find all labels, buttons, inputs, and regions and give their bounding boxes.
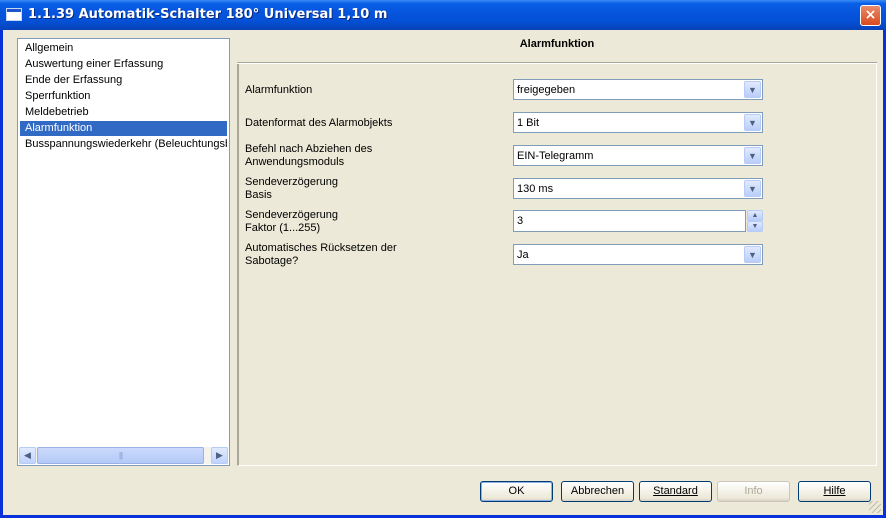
close-button[interactable]: × [860,5,881,26]
resize-grip-icon[interactable] [869,501,881,513]
scrollbar-thumb[interactable]: ||| [37,447,204,464]
panel-title: Alarmfunktion [519,38,595,50]
standard-button-label: Standard [653,485,698,497]
param-label-befehl: Befehl nach Abziehen des Anwendungsmodul… [245,143,505,169]
scroll-left-icon[interactable]: ◀ [19,447,36,464]
spin-down-icon[interactable]: ▼ [747,221,763,232]
window-title: 1.1.39 Automatik-Schalter 180° Universal… [28,7,388,22]
ok-button[interactable]: OK [480,481,553,502]
select-value: Ja [517,249,529,261]
chevron-down-icon[interactable]: ▼ [744,147,761,164]
param-label-sendeverzoegerung-basis: Sendeverzögerung Basis [245,176,505,202]
cancel-button[interactable]: Abbrechen [561,481,634,502]
param-label-line: Datenformat des Alarmobjekts [245,117,393,129]
faktor-spinbox[interactable]: 3 ▲ ▼ [513,210,763,232]
help-button[interactable]: Hilfe [798,481,871,502]
title-bar: 1.1.39 Automatik-Schalter 180° Universal… [0,0,886,30]
select-value: 1 Bit [517,117,540,129]
param-label-line: Faktor (1...255) [245,222,321,234]
info-button: Info [717,481,790,502]
faktor-input[interactable]: 3 [513,210,746,232]
tree-item-allgemein[interactable]: Allgemein [20,41,227,56]
select-value: freigegeben [517,84,576,96]
help-button-label: Hilfe [823,485,846,497]
tree-item-auswertung[interactable]: Auswertung einer Erfassung [20,57,227,72]
param-label-line: Sendeverzögerung [245,209,338,221]
param-label-datenformat: Datenformat des Alarmobjekts [245,117,505,130]
tree-item-meldebetrieb[interactable]: Meldebetrieb [20,105,227,120]
tree-item-ende-erfassung[interactable]: Ende der Erfassung [20,73,227,88]
ruecksetzen-sabotage-select[interactable]: Ja ▼ [513,244,763,265]
param-label-ruecksetzen-sabotage: Automatisches Rücksetzen der Sabotage? [245,242,505,268]
window-icon [6,8,22,21]
alarmfunktion-select[interactable]: freigegeben ▼ [513,79,763,100]
chevron-down-icon[interactable]: ▼ [744,246,761,263]
tree-item-sperrfunktion[interactable]: Sperrfunktion [20,89,227,104]
chevron-down-icon[interactable]: ▼ [744,180,761,197]
select-value: EIN-Telegramm [517,150,594,162]
sendeverzoegerung-basis-select[interactable]: 130 ms ▼ [513,178,763,199]
param-label-line: Anwendungsmoduls [245,156,345,168]
datenformat-select[interactable]: 1 Bit ▼ [513,112,763,133]
tree-horizontal-scrollbar[interactable]: ◀ ||| ▶ [19,447,228,464]
tree-item-busspannungswiederkehr[interactable]: Busspannungswiederkehr (Beleuchtungsbe [20,137,227,152]
chevron-down-icon[interactable]: ▼ [744,114,761,131]
standard-button[interactable]: Standard [639,481,712,502]
param-label-alarmfunktion: Alarmfunktion [245,84,505,97]
spin-value: 3 [517,215,524,227]
param-label-line: Basis [245,189,272,201]
spin-up-icon[interactable]: ▲ [747,210,763,221]
tree-item-alarmfunktion[interactable]: Alarmfunktion [20,121,227,136]
param-label-line: Automatisches Rücksetzen der [245,242,397,254]
param-label-line: Sendeverzögerung [245,176,338,188]
befehl-select[interactable]: EIN-Telegramm ▼ [513,145,763,166]
scroll-right-icon[interactable]: ▶ [211,447,228,464]
param-label-line: Sabotage? [245,255,299,267]
param-label-sendeverzoegerung-faktor: Sendeverzögerung Faktor (1...255) [245,209,505,235]
chevron-down-icon[interactable]: ▼ [744,81,761,98]
parameter-tree: Allgemein Auswertung einer Erfassung End… [17,38,230,466]
dialog-window: 1.1.39 Automatik-Schalter 180° Universal… [0,0,886,518]
param-label-line: Befehl nach Abziehen des [245,143,373,155]
param-label-line: Alarmfunktion [245,84,313,96]
select-value: 130 ms [517,183,554,195]
